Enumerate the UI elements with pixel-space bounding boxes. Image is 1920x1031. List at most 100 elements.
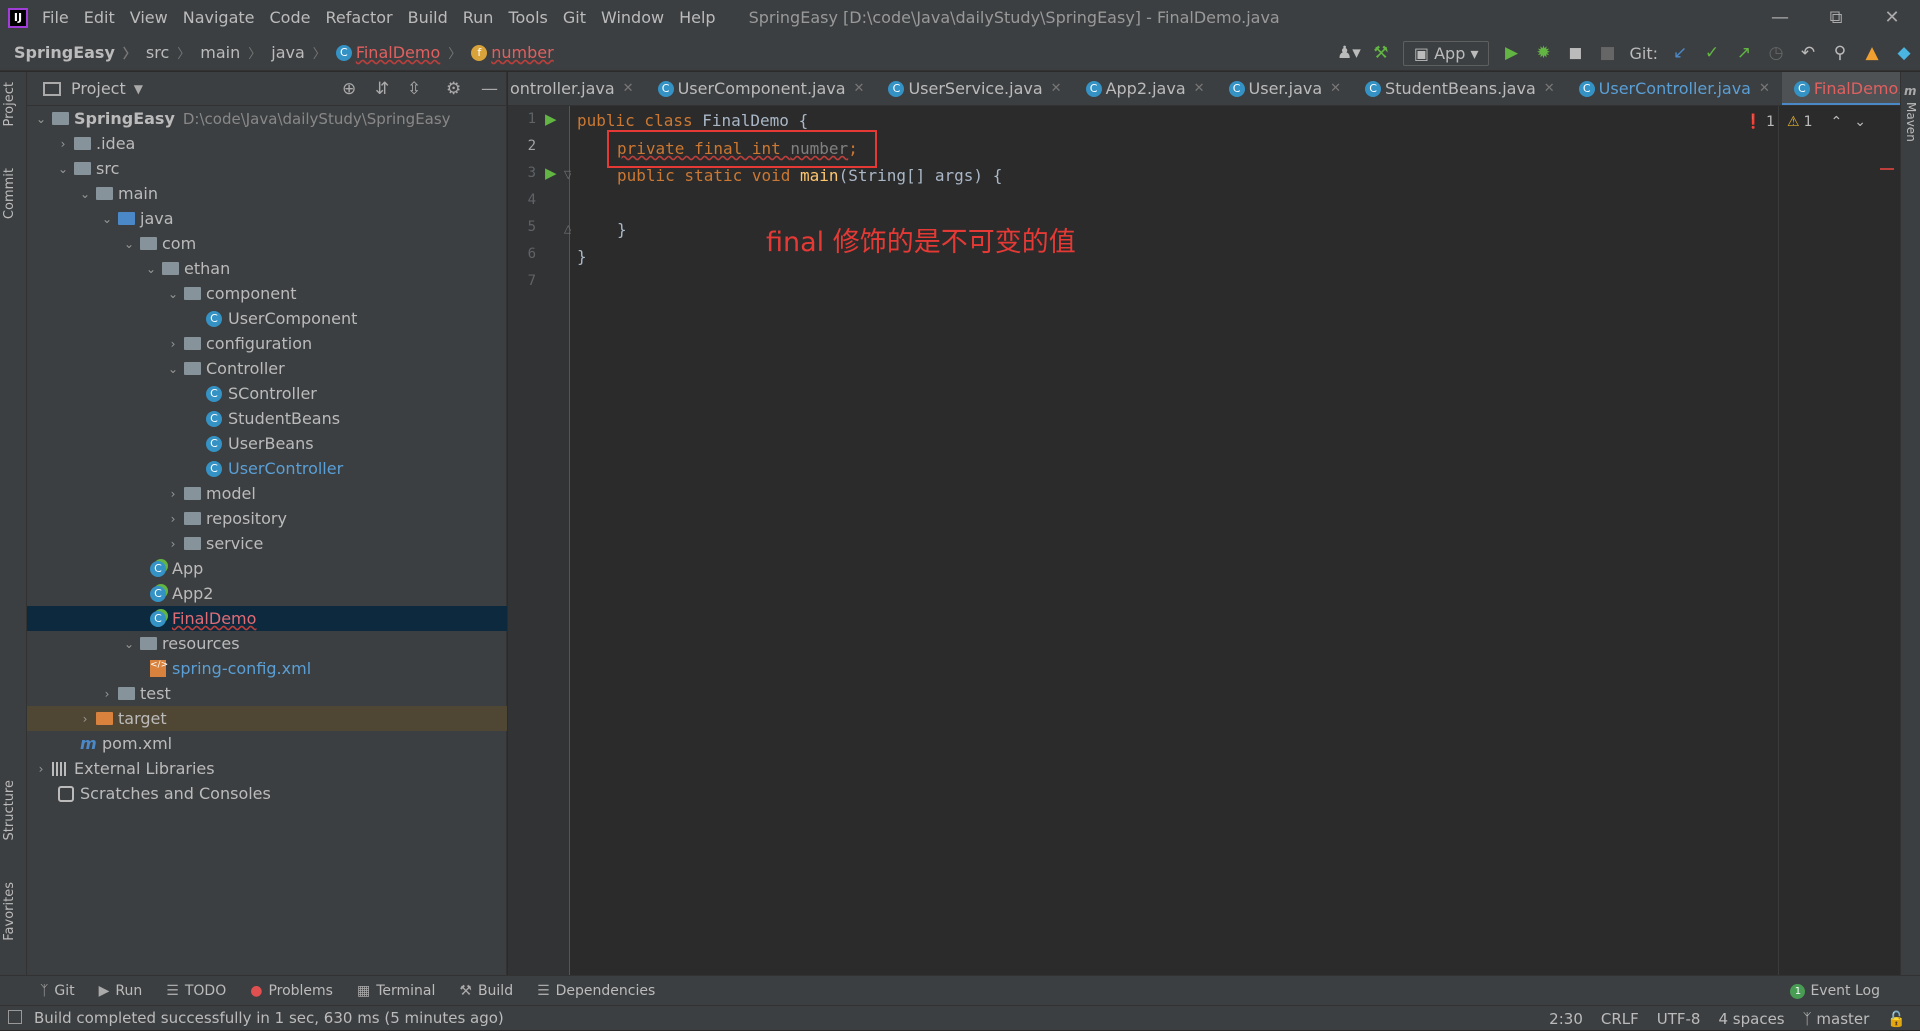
toggle-tool-windows-icon[interactable]: [8, 1010, 22, 1024]
terminal-tool-button[interactable]: ▦ Terminal: [357, 983, 435, 999]
chevron-down-icon[interactable]: ▼: [134, 82, 143, 96]
run-class-icon[interactable]: ▶: [545, 110, 557, 128]
breadcrumb-class[interactable]: C FinalDemo 〉: [335, 43, 461, 62]
tab-userservice-java[interactable]: C UserService.java ✕: [876, 72, 1073, 105]
stop-icon[interactable]: ■: [1594, 43, 1620, 63]
tree-item-repository[interactable]: › repository: [27, 506, 507, 531]
update-icon[interactable]: ▲: [1859, 43, 1885, 63]
git-update-icon[interactable]: ↙: [1667, 43, 1693, 63]
run-configuration-select[interactable]: ▣ App ▾: [1402, 40, 1490, 66]
run-main-icon[interactable]: ▶: [545, 164, 557, 182]
tree-item-target[interactable]: › target: [27, 706, 507, 731]
git-branch[interactable]: ᛉ master: [1803, 1010, 1870, 1028]
tree-item-finaldemo[interactable]: C FinalDemo: [27, 606, 507, 631]
commit-tool-tab[interactable]: Commit: [2, 168, 17, 219]
menu-view[interactable]: View: [130, 8, 168, 27]
menu-refactor[interactable]: Refactor: [325, 8, 392, 27]
expand-all-icon[interactable]: ⇵: [375, 79, 389, 99]
build-tool-button[interactable]: ⚒ Build: [459, 983, 513, 999]
git-tool-button[interactable]: ᛉ Git: [40, 983, 75, 999]
tab-finaldemo-java[interactable]: CFinalDemo.java✕: [1781, 72, 1900, 105]
tree-item-test[interactable]: › test: [27, 681, 507, 706]
tree-item-usercontroller[interactable]: C UserController: [27, 456, 507, 481]
tab-usercontroller-java[interactable]: C UserController.java ✕: [1567, 72, 1782, 105]
close-icon[interactable]: ✕: [1544, 81, 1555, 96]
menu-navigate[interactable]: Navigate: [183, 8, 255, 27]
caret-position[interactable]: 2:30: [1549, 1010, 1583, 1028]
collapse-all-icon[interactable]: ⇳: [407, 79, 421, 99]
favorites-tool-tab[interactable]: Favorites: [2, 882, 17, 941]
tree-item-model[interactable]: › model: [27, 481, 507, 506]
menu-run[interactable]: Run: [463, 8, 494, 27]
tree-item-ethan[interactable]: ⌄ ethan: [27, 256, 507, 281]
indent-setting[interactable]: 4 spaces: [1718, 1010, 1784, 1028]
tree-item-main[interactable]: ⌄ main: [27, 181, 507, 206]
structure-tool-tab[interactable]: Structure: [2, 780, 17, 840]
tree-item-controller[interactable]: ⌄ Controller: [27, 356, 507, 381]
tree-item-spring-config[interactable]: </> spring-config.xml: [27, 656, 507, 681]
locate-icon[interactable]: ⊕: [342, 79, 356, 99]
tree-item-component[interactable]: ⌄ component: [27, 281, 507, 306]
tree-item-scontroller[interactable]: C SController: [27, 381, 507, 406]
user-icon[interactable]: ♟▾: [1336, 43, 1362, 63]
git-commit-icon[interactable]: ✓: [1699, 43, 1725, 63]
tree-item-springeasy[interactable]: ⌄ SpringEasy D:\code\Java\dailyStudy\Sprin…: [27, 106, 507, 131]
project-tool-tab[interactable]: Project: [2, 82, 17, 126]
hide-panel-icon[interactable]: —: [481, 79, 498, 99]
tree-item-app[interactable]: C App: [27, 556, 507, 581]
close-icon[interactable]: ✕: [1194, 81, 1205, 96]
close-icon[interactable]: ✕: [1330, 81, 1341, 96]
tab-user-java[interactable]: C User.java ✕: [1217, 72, 1354, 105]
git-push-icon[interactable]: ↗: [1731, 43, 1757, 63]
run-icon[interactable]: ▶: [1498, 43, 1524, 63]
gear-icon[interactable]: ⚙: [446, 79, 461, 99]
tree-item-com[interactable]: ⌄ com: [27, 231, 507, 256]
menu-code[interactable]: Code: [270, 8, 311, 27]
close-icon[interactable]: ✕: [623, 81, 634, 96]
tab-controller-java[interactable]: ontroller.java ✕: [508, 72, 646, 105]
breadcrumb-java[interactable]: java 〉: [271, 43, 326, 62]
status-message[interactable]: Build completed successfully in 1 sec, 6…: [34, 1009, 504, 1027]
breadcrumb-main[interactable]: main 〉: [200, 43, 261, 62]
lock-icon[interactable]: 🔓: [1887, 1010, 1906, 1028]
close-window-icon[interactable]: ✕: [1864, 0, 1920, 35]
menu-file[interactable]: File: [42, 8, 69, 27]
git-history-icon[interactable]: ◷: [1763, 43, 1789, 63]
close-icon[interactable]: ✕: [1051, 81, 1062, 96]
tree-item-configuration[interactable]: › configuration: [27, 331, 507, 356]
coverage-icon[interactable]: ◼: [1562, 43, 1588, 63]
project-view-title[interactable]: Project: [71, 79, 126, 98]
tree-item-scratches[interactable]: Scratches and Consoles: [27, 781, 507, 806]
tab-usercomponent-java[interactable]: C UserComponent.java ✕: [646, 72, 877, 105]
menu-window[interactable]: Window: [601, 8, 664, 27]
restore-icon[interactable]: ⧉: [1808, 0, 1864, 35]
run-tool-button[interactable]: ▶ Run: [99, 983, 143, 999]
minimize-icon[interactable]: —: [1752, 0, 1808, 35]
problems-tool-button[interactable]: ● Problems: [250, 983, 333, 999]
event-log-button[interactable]: 1 Event Log: [1790, 976, 1880, 1006]
tree-item-service[interactable]: › service: [27, 531, 507, 556]
breadcrumb-project[interactable]: SpringEasy 〉: [14, 43, 136, 62]
error-stripe-mark[interactable]: [1880, 168, 1894, 170]
menu-help[interactable]: Help: [679, 8, 715, 27]
menu-edit[interactable]: Edit: [84, 8, 115, 27]
chevron-down-icon[interactable]: ⌄: [1854, 114, 1866, 130]
debug-icon[interactable]: ✹: [1530, 43, 1556, 63]
tree-item-usercomponent[interactable]: C UserComponent: [27, 306, 507, 331]
breadcrumb-field[interactable]: f number: [471, 43, 554, 62]
tree-item-external-libraries[interactable]: › External Libraries: [27, 756, 507, 781]
menu-build[interactable]: Build: [408, 8, 448, 27]
tab-studentbeans-java[interactable]: C StudentBeans.java ✕: [1353, 72, 1567, 105]
rollback-icon[interactable]: ↶: [1795, 43, 1821, 63]
breadcrumb-src[interactable]: src 〉: [146, 43, 190, 62]
menu-git[interactable]: Git: [563, 8, 586, 27]
search-icon[interactable]: ⚲: [1827, 43, 1853, 63]
tab-app2-java[interactable]: C App2.java ✕: [1074, 72, 1217, 105]
close-icon[interactable]: ✕: [854, 81, 865, 96]
build-hammer-icon[interactable]: ⚒: [1368, 43, 1394, 63]
tree-item-pom[interactable]: m pom.xml: [27, 731, 507, 756]
inspection-widget[interactable]: ❗ 1 ⚠ 1 ⌃ ⌄: [1745, 114, 1866, 130]
tree-item-src[interactable]: ⌄ src: [27, 156, 507, 181]
menu-tools[interactable]: Tools: [508, 8, 547, 27]
close-icon[interactable]: ✕: [1759, 81, 1770, 96]
